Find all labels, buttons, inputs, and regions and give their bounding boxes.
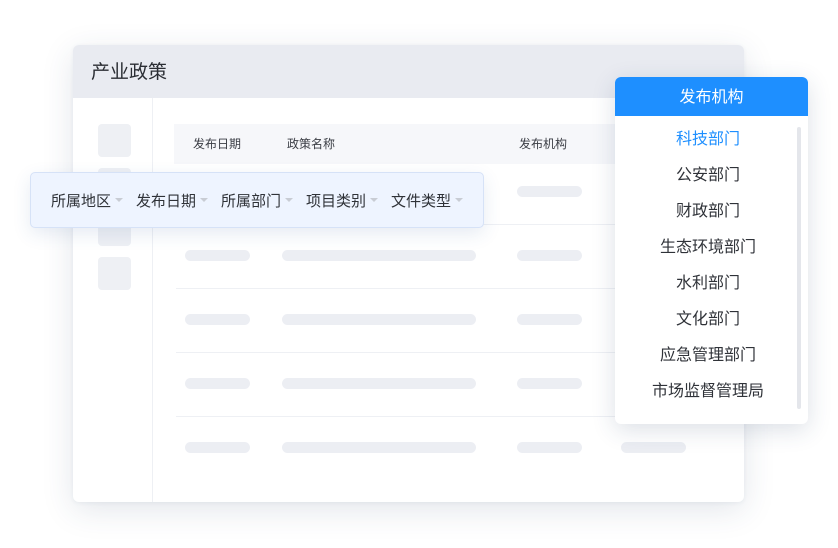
filter-region[interactable]: 所属地区 bbox=[51, 191, 124, 211]
table-row-skeleton bbox=[282, 250, 476, 261]
dropdown-title[interactable]: 发布机构 bbox=[615, 77, 808, 116]
table-row-skeleton bbox=[282, 378, 476, 389]
filter-label: 所属地区 bbox=[51, 192, 112, 210]
table-row-skeleton bbox=[517, 186, 582, 197]
column-header-date[interactable]: 发布日期 bbox=[193, 135, 241, 153]
table-row-skeleton bbox=[282, 314, 476, 325]
filter-label: 文件类型 bbox=[391, 192, 452, 210]
table-row-skeleton bbox=[185, 314, 250, 325]
dropdown-option-culture[interactable]: 文化部门 bbox=[615, 301, 801, 337]
table-row-skeleton bbox=[185, 378, 250, 389]
table-row-skeleton bbox=[621, 442, 686, 453]
caret-down-icon bbox=[115, 197, 124, 202]
table-row-skeleton bbox=[185, 442, 250, 453]
sidebar bbox=[73, 98, 153, 502]
column-header-name[interactable]: 政策名称 bbox=[287, 135, 335, 153]
dropdown-option-market-supervision[interactable]: 市场监督管理局 bbox=[615, 373, 801, 409]
caret-down-icon bbox=[455, 197, 464, 202]
filter-file-type[interactable]: 文件类型 bbox=[391, 191, 464, 211]
caret-down-icon bbox=[200, 197, 209, 202]
sidebar-item-1[interactable] bbox=[98, 124, 131, 157]
table-row-skeleton bbox=[185, 250, 250, 261]
table-row-skeleton bbox=[517, 442, 582, 453]
page-title: 产业政策 bbox=[91, 61, 168, 83]
filter-label: 所属部门 bbox=[221, 192, 282, 210]
table-row-skeleton bbox=[517, 250, 582, 261]
dropdown-option-tech[interactable]: 科技部门 bbox=[615, 121, 801, 157]
filter-publish-date[interactable]: 发布日期 bbox=[136, 191, 209, 211]
filter-department[interactable]: 所属部门 bbox=[221, 191, 294, 211]
filter-label: 项目类别 bbox=[306, 192, 367, 210]
filter-project-category[interactable]: 项目类别 bbox=[306, 191, 379, 211]
sidebar-item-4[interactable] bbox=[98, 257, 131, 290]
dropdown-option-emergency[interactable]: 应急管理部门 bbox=[615, 337, 801, 373]
filter-bar: 所属地区 发布日期 所属部门 项目类别 文件类型 bbox=[30, 172, 484, 228]
caret-down-icon bbox=[370, 197, 379, 202]
dropdown-option-water[interactable]: 水利部门 bbox=[615, 265, 801, 301]
agency-dropdown: 发布机构 科技部门 公安部门 财政部门 生态环境部门 水利部门 文化部门 应急管… bbox=[615, 77, 808, 424]
filter-label: 发布日期 bbox=[136, 192, 197, 210]
column-header-agency[interactable]: 发布机构 bbox=[519, 135, 567, 153]
dropdown-option-finance[interactable]: 财政部门 bbox=[615, 193, 801, 229]
table-row-skeleton bbox=[517, 378, 582, 389]
table-row-skeleton bbox=[517, 314, 582, 325]
dropdown-scrollbar[interactable] bbox=[797, 127, 801, 409]
table-row-skeleton bbox=[282, 442, 476, 453]
dropdown-option-ecology[interactable]: 生态环境部门 bbox=[615, 229, 801, 265]
dropdown-option-public-security[interactable]: 公安部门 bbox=[615, 157, 801, 193]
caret-down-icon bbox=[285, 197, 294, 202]
